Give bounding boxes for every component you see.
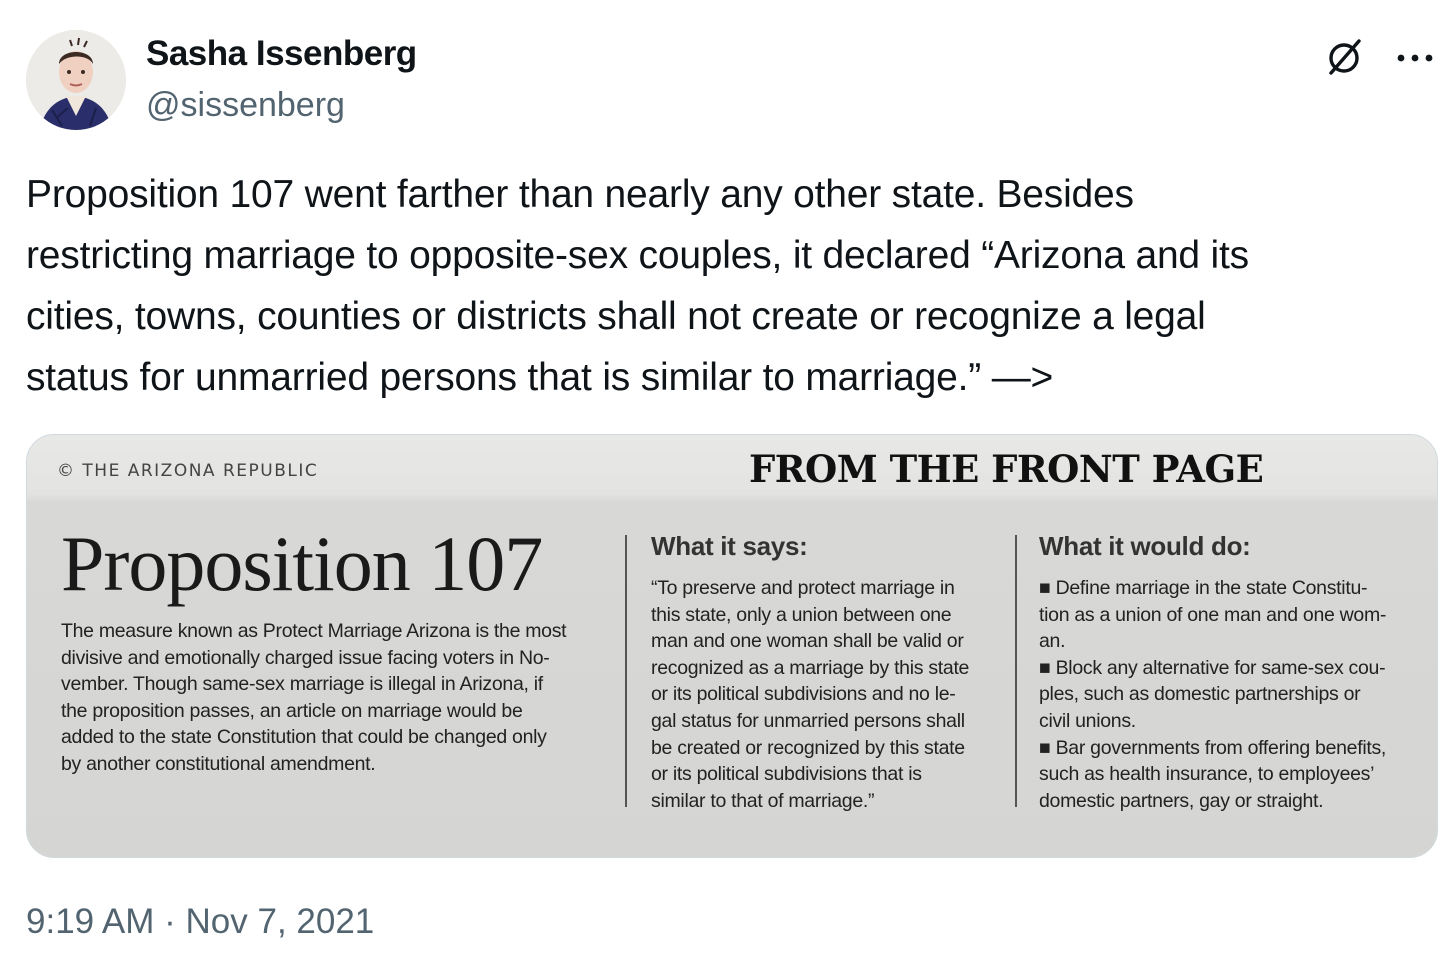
clipping-body-line: The measure known as Protect Marriage Ar… (61, 620, 567, 642)
tweet-text: Proposition 107 went farther than nearly… (26, 164, 1436, 408)
clipping-body: The measure known as Protect Marriage Ar… (61, 618, 617, 777)
what-it-says-heading: What it says: (651, 531, 808, 561)
what-it-says-line: man and one woman shall be valid or (651, 630, 964, 653)
display-name[interactable]: Sasha Issenberg (146, 34, 417, 74)
what-it-says-line: “To preserve and protect marriage in (651, 577, 955, 599)
what-it-would-do-line: civil unions. (1039, 709, 1136, 732)
what-it-would-do-body: ■ Define marriage in the state Constitu-… (1039, 575, 1386, 814)
clipping-body-line: added to the state Constitution that cou… (61, 726, 547, 748)
what-it-would-do-line: domestic partners, gay or straight. (1039, 789, 1324, 812)
what-it-would-do-line: ■ Block any alternative for same-sex cou… (1039, 656, 1386, 679)
what-it-says-line: be created or recognized by this state (651, 736, 965, 759)
clipping-body-line: by another constitutional amendment. (61, 752, 376, 775)
what-it-would-do-heading: What it would do: (1039, 531, 1251, 561)
more-icon[interactable] (1390, 36, 1440, 80)
clipping-body-line: the proposition passes, an article on ma… (61, 699, 523, 722)
newspaper-clipping: © THE ARIZONA REPUBLIC FROM THE FRONT PA… (27, 435, 1437, 857)
what-it-says-line: similar to that of marriage.” (651, 789, 875, 812)
grok-icon[interactable] (1322, 36, 1366, 80)
clipping-body-line: vember. Though same-sex marriage is ille… (61, 673, 543, 695)
what-it-would-do-line: an. (1039, 630, 1066, 653)
tweet-text-line: cities, towns, counties or districts sha… (26, 295, 1206, 338)
section-title: FROM THE FRONT PAGE (749, 447, 1264, 491)
clipping-body-line: divisive and emotionally charged issue f… (61, 646, 550, 669)
clipping-headline: Proposition 107 (61, 520, 543, 607)
column-divider (625, 535, 627, 807)
tweet-timestamp[interactable]: 9:19 AM · Nov 7, 2021 (26, 902, 374, 942)
what-it-says-line: or its political subdivisions and no le- (651, 683, 956, 706)
handle[interactable]: @sissenberg (146, 86, 345, 125)
what-it-says-line: recognized as a marriage by this state (651, 656, 970, 679)
media-image[interactable]: © THE ARIZONA REPUBLIC FROM THE FRONT PA… (26, 434, 1438, 858)
what-it-says-line: gal status for unmarried persons shall (651, 709, 965, 732)
what-it-would-do-line: such as health insurance, to employees’ (1039, 763, 1375, 786)
what-it-would-do-line: ■ Define marriage in the state Constitu- (1039, 577, 1368, 599)
what-it-would-do-line: ■ Bar governments from offering benefits… (1039, 736, 1387, 759)
what-it-would-do-line: ples, such as domestic partnerships or (1039, 683, 1361, 706)
what-it-would-do-line: tion as a union of one man and one wom- (1039, 603, 1387, 626)
what-it-says-body: “To preserve and protect marriage in thi… (651, 575, 969, 814)
tweet-text-line: Proposition 107 went farther than nearly… (26, 173, 1134, 216)
what-it-says-line: or its political subdivisions that is (651, 763, 922, 786)
tweet: Sasha Issenberg @sissenberg Proposition … (0, 0, 1456, 975)
tweet-text-line: restricting marriage to opposite-sex cou… (26, 234, 1249, 277)
column-divider (1015, 535, 1017, 807)
tweet-text-line: status for unmarried persons that is sim… (26, 356, 1054, 399)
avatar[interactable] (26, 30, 126, 130)
copyright-notice: © THE ARIZONA REPUBLIC (57, 461, 319, 481)
avatar-illustration (26, 30, 126, 130)
what-it-says-line: this state, only a union between one (651, 603, 952, 626)
